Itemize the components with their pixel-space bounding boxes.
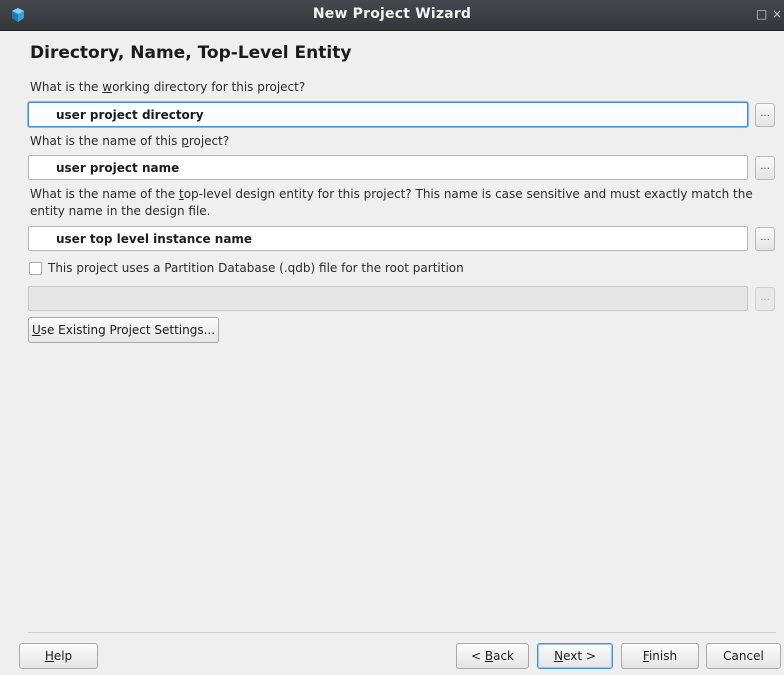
help-button[interactable]: Help [19, 643, 98, 669]
cancel-button[interactable]: Cancel [706, 643, 781, 669]
page-title: Directory, Name, Top-Level Entity [30, 43, 352, 63]
footer-divider [28, 632, 776, 633]
title-bar[interactable]: New Project Wizard □ × [0, 0, 784, 31]
top-level-label: What is the name of the top-level design… [30, 187, 753, 218]
top-level-browse-button[interactable]: ... [755, 227, 775, 251]
next-button[interactable]: Next > [537, 643, 613, 669]
partition-file-input[interactable] [28, 286, 748, 311]
partition-checkbox-label[interactable]: This project uses a Partition Database (… [48, 260, 464, 277]
project-name-label: What is the name of this project? [30, 134, 230, 148]
window-title: New Project Wizard [312, 6, 472, 22]
use-existing-settings-button[interactable]: Use Existing Project Settings... [28, 317, 219, 343]
directory-input[interactable]: user project directory [28, 102, 748, 127]
new-project-wizard-window: New Project Wizard □ × Directory, Name, … [0, 0, 784, 675]
directory-label: What is the working directory for this p… [30, 80, 306, 94]
partition-browse-button[interactable]: ... [755, 287, 775, 311]
top-level-input[interactable]: user top level instance name [28, 226, 748, 251]
project-name-browse-button[interactable]: ... [755, 156, 775, 180]
close-button[interactable]: × [772, 7, 782, 21]
project-name-input[interactable]: user project name [28, 155, 748, 180]
finish-button[interactable]: Finish [621, 643, 699, 669]
maximize-button[interactable]: □ [756, 7, 767, 21]
partition-checkbox[interactable] [29, 262, 42, 275]
back-button[interactable]: < Back [456, 643, 529, 669]
directory-browse-button[interactable]: ... [755, 103, 775, 127]
